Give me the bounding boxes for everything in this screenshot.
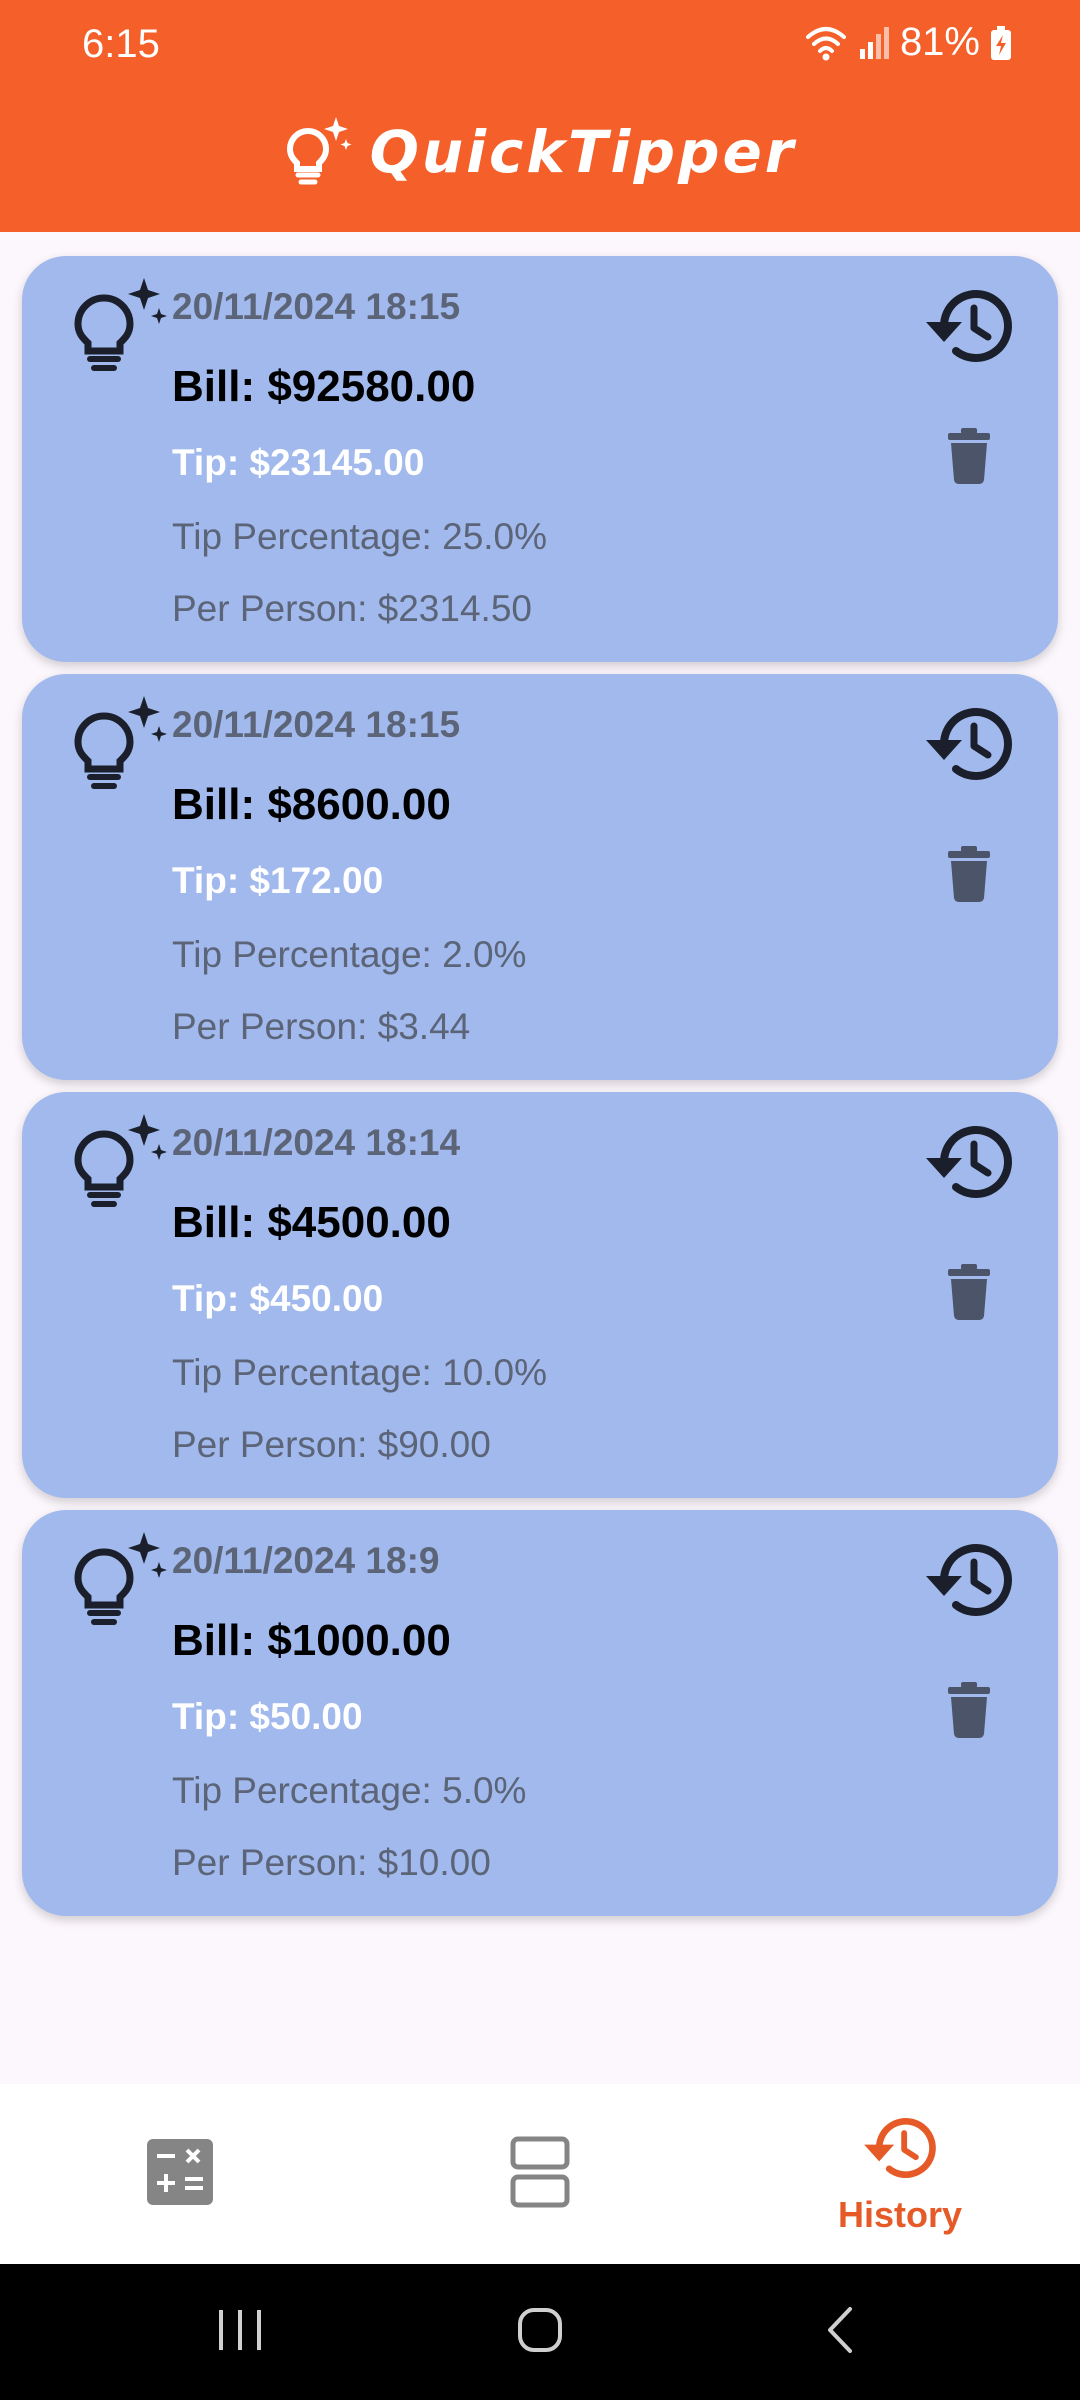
wifi-icon (804, 23, 848, 63)
battery-charging-icon (990, 25, 1012, 61)
lightbulb-sparkle-icon (68, 1530, 168, 1631)
history-icon (860, 2113, 940, 2188)
history-per-person: Per Person: $90.00 (172, 1424, 491, 1465)
status-time: 6:15 (82, 22, 160, 66)
history-card: 20/11/2024 18:14 Bill: $4500.00 Tip: $45… (22, 1092, 1058, 1498)
delete-icon[interactable] (942, 1682, 996, 1743)
battery-level: 81% (899, 20, 980, 64)
status-icons: 81% (804, 20, 1012, 65)
restore-history-icon[interactable] (922, 1120, 1016, 1209)
calculator-icon (147, 2138, 213, 2210)
history-tip: Tip: $23145.00 (172, 442, 425, 483)
history-card: 20/11/2024 18:15 Bill: $92580.00 Tip: $2… (22, 256, 1058, 662)
history-bill: Bill: $92580.00 (172, 362, 476, 411)
history-tip-percentage: Tip Percentage: 2.0% (172, 934, 527, 975)
restore-history-icon[interactable] (922, 1538, 1016, 1627)
history-card: 20/11/2024 18:9 Bill: $1000.00 Tip: $50.… (22, 1510, 1058, 1916)
history-bill: Bill: $8600.00 (172, 780, 451, 829)
signal-icon (858, 25, 890, 61)
back-icon (824, 2305, 856, 2360)
history-tip-percentage: Tip Percentage: 10.0% (172, 1352, 548, 1393)
history-card: 20/11/2024 18:15 Bill: $8600.00 Tip: $17… (22, 674, 1058, 1080)
history-per-person: Per Person: $2314.50 (172, 588, 532, 629)
history-bill: Bill: $1000.00 (172, 1616, 451, 1665)
home-icon (515, 2305, 565, 2360)
delete-icon[interactable] (942, 1264, 996, 1325)
nav-split-view[interactable] (460, 2084, 620, 2264)
history-tip: Tip: $172.00 (172, 860, 384, 901)
history-tip: Tip: $450.00 (172, 1278, 384, 1319)
app-title: QuickTipper (369, 118, 797, 186)
recents-button[interactable] (180, 2264, 300, 2400)
lightbulb-sparkle-icon (68, 694, 168, 795)
system-navigation-bar (0, 2264, 1080, 2400)
history-tip: Tip: $50.00 (172, 1696, 363, 1737)
home-button[interactable] (480, 2264, 600, 2400)
nav-calculator[interactable] (100, 2084, 260, 2264)
bottom-navigation: History (0, 2084, 1080, 2264)
history-per-person: Per Person: $3.44 (172, 1006, 471, 1047)
lightbulb-sparkle-icon (68, 276, 168, 377)
status-bar: 6:15 81% (0, 0, 1080, 92)
history-date: 20/11/2024 18:15 (172, 286, 461, 327)
history-tip-percentage: Tip Percentage: 5.0% (172, 1770, 527, 1811)
lightbulb-sparkle-icon (284, 115, 352, 190)
history-date: 20/11/2024 18:15 (172, 704, 461, 745)
nav-history[interactable]: History (800, 2084, 1000, 2264)
nav-history-label: History (837, 2193, 963, 2235)
recents-icon (215, 2308, 265, 2357)
history-tip-percentage: Tip Percentage: 25.0% (172, 516, 548, 557)
history-date: 20/11/2024 18:14 (172, 1122, 461, 1163)
history-date: 20/11/2024 18:9 (172, 1540, 440, 1581)
restore-history-icon[interactable] (922, 284, 1016, 373)
history-per-person: Per Person: $10.00 (172, 1842, 491, 1883)
delete-icon[interactable] (942, 846, 996, 907)
lightbulb-sparkle-icon (68, 1112, 168, 1213)
split-view-icon (510, 2136, 570, 2213)
delete-icon[interactable] (942, 428, 996, 489)
back-button[interactable] (780, 2264, 900, 2400)
title-row: QuickTipper (0, 112, 1080, 192)
app-bar: 6:15 81% QuickTipper (0, 0, 1080, 232)
history-bill: Bill: $4500.00 (172, 1198, 451, 1247)
restore-history-icon[interactable] (922, 702, 1016, 791)
